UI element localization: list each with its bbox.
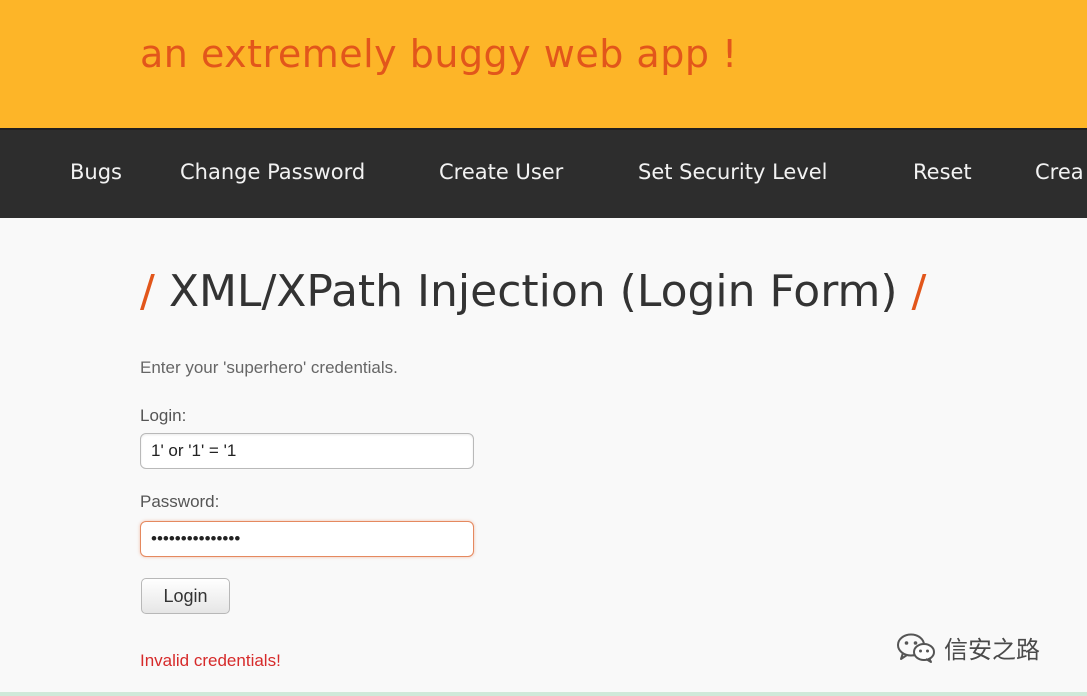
- watermark: 信安之路: [896, 630, 1040, 665]
- site-tagline: an extremely buggy web app !: [140, 32, 738, 76]
- login-button[interactable]: Login: [141, 578, 230, 614]
- title-text: XML/XPath Injection (Login Form): [168, 266, 898, 317]
- password-input[interactable]: [140, 521, 474, 557]
- wechat-icon: [897, 633, 935, 663]
- watermark-text: 信安之路: [944, 636, 1040, 664]
- nav-item-set-security-level[interactable]: Set Security Level: [638, 160, 828, 184]
- page-title: / XML/XPath Injection (Login Form) /: [140, 266, 926, 317]
- title-slash-left: /: [140, 266, 155, 317]
- login-label: Login:: [140, 406, 187, 425]
- nav-item-reset[interactable]: Reset: [913, 160, 972, 184]
- nav-item-credits[interactable]: Crea: [1035, 160, 1084, 184]
- intro-text: Enter your 'superhero' credentials.: [140, 358, 398, 377]
- password-label: Password:: [140, 492, 220, 511]
- nav-item-bugs[interactable]: Bugs: [70, 160, 122, 184]
- nav-item-change-password[interactable]: Change Password: [180, 160, 365, 184]
- bottom-strip: [0, 692, 1087, 696]
- site-header: an extremely buggy web app !: [0, 0, 1087, 128]
- error-message: Invalid credentials!: [140, 651, 281, 670]
- nav-item-create-user[interactable]: Create User: [439, 160, 563, 184]
- login-input[interactable]: [140, 433, 474, 469]
- title-slash-right: /: [911, 266, 927, 317]
- main-nav: Bugs Change Password Create User Set Sec…: [0, 128, 1087, 218]
